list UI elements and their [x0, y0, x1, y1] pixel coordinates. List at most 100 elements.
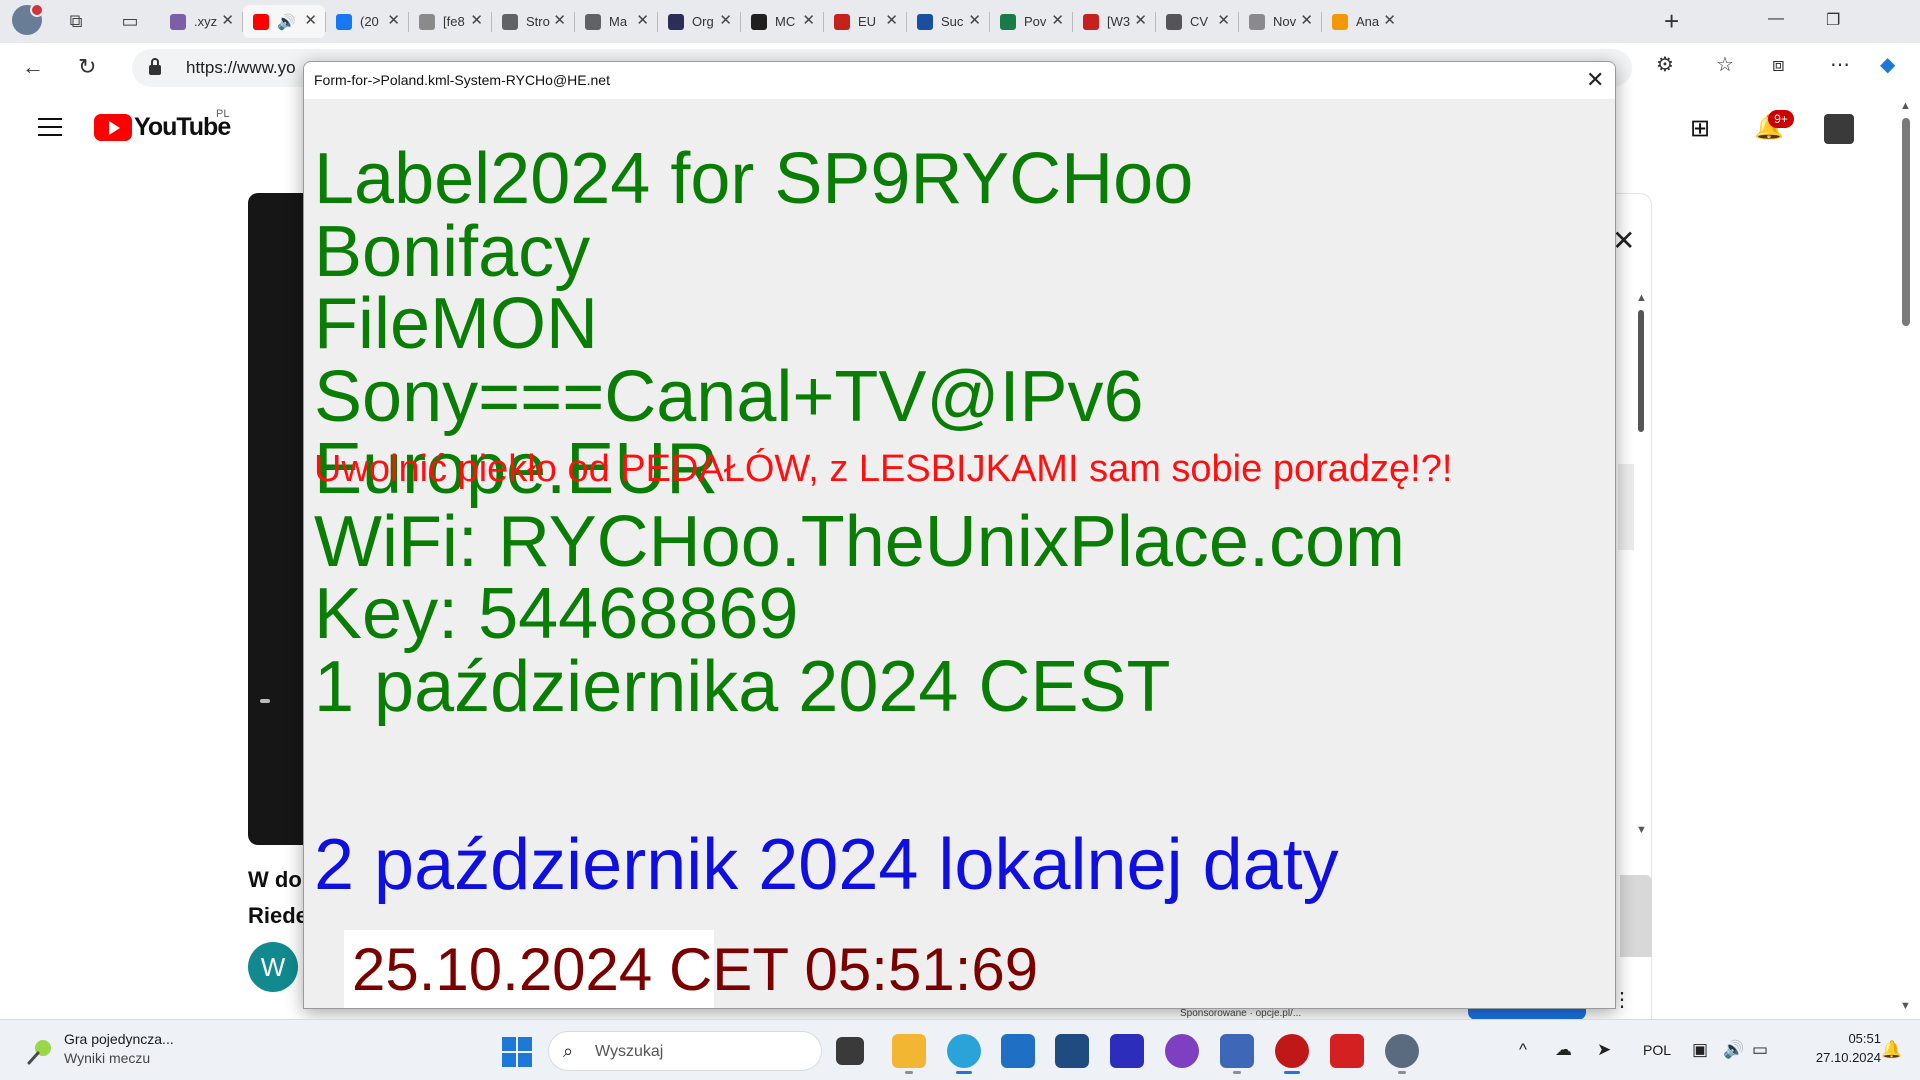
label-line: Label2024 for SP9RYCHoo: [314, 139, 1194, 219]
video-player[interactable]: [248, 193, 308, 845]
profile-avatar[interactable]: [12, 3, 44, 35]
browser-tab[interactable]: Stro ✕: [492, 5, 574, 38]
save-app-icon[interactable]: [1110, 1034, 1144, 1068]
back-button[interactable]: ←: [22, 55, 44, 79]
tab-close-icon[interactable]: ✕: [1134, 13, 1147, 29]
browser-tab[interactable]: 🔊 ✕: [243, 5, 325, 38]
start-button[interactable]: [502, 1037, 532, 1067]
more-menu-icon[interactable]: ⋯: [1830, 53, 1850, 77]
browser-tab[interactable]: Ma ✕: [575, 5, 657, 38]
network-icon[interactable]: ▣: [1692, 1040, 1708, 1060]
tab-close-icon[interactable]: ✕: [1300, 13, 1313, 29]
youtube-logo-icon[interactable]: [94, 114, 132, 141]
side-panel-item[interactable]: [1618, 464, 1634, 550]
network-app-icon[interactable]: [1220, 1034, 1254, 1068]
copilot-icon[interactable]: ◆: [1880, 53, 1895, 77]
calendar-app-icon[interactable]: [1330, 1034, 1364, 1068]
tab-close-icon[interactable]: ✕: [387, 13, 400, 29]
tab-close-icon[interactable]: ✕: [636, 13, 649, 29]
browser-tab[interactable]: EU ✕: [824, 5, 906, 38]
video-title[interactable]: W do Riede: [248, 862, 308, 934]
onedrive-icon[interactable]: ☁: [1555, 1040, 1572, 1060]
browser-tab[interactable]: CV ✕: [1156, 5, 1238, 38]
notification-center-icon[interactable]: 🔔: [1881, 1040, 1902, 1060]
task-view-icon[interactable]: [836, 1037, 864, 1065]
minimize-button[interactable]: —: [1768, 10, 1784, 28]
tab-separator: [740, 12, 741, 32]
page-scroll-up-icon[interactable]: ▲: [1900, 100, 1911, 112]
browser-tab[interactable]: Nov ✕: [1239, 5, 1321, 38]
taskbar-search[interactable]: ⌕ Wyszukaj: [548, 1031, 822, 1071]
battery-icon[interactable]: ▭: [1752, 1040, 1768, 1060]
dialog-close-icon[interactable]: ✕: [1586, 68, 1604, 92]
tab-audio-icon[interactable]: 🔊: [277, 13, 296, 31]
create-video-icon[interactable]: ⊞: [1690, 114, 1710, 143]
language-indicator[interactable]: POL: [1643, 1042, 1671, 1058]
tab-close-icon[interactable]: ✕: [221, 13, 234, 29]
browser-tab[interactable]: Pov ✕: [990, 5, 1072, 38]
panel-scroll-thumb[interactable]: [1638, 310, 1644, 432]
workspaces-icon[interactable]: ⧉: [64, 9, 88, 33]
panel-scrollbar[interactable]: ▲ ▼: [1636, 292, 1647, 837]
tor-browser-icon[interactable]: [1165, 1034, 1199, 1068]
page-scroll-thumb[interactable]: [1902, 118, 1910, 326]
tab-favicon-icon: [253, 13, 269, 30]
store-icon[interactable]: [1001, 1034, 1035, 1068]
new-tab-button[interactable]: +: [1664, 7, 1679, 35]
tab-favicon-icon: [1332, 13, 1348, 30]
tab-close-icon[interactable]: ✕: [968, 13, 981, 29]
scroll-up-icon[interactable]: ▲: [1636, 292, 1647, 304]
reload-button[interactable]: ↻: [78, 55, 96, 79]
clock-time[interactable]: 05:51: [1829, 1031, 1881, 1046]
collections-icon[interactable]: ⧈: [1772, 53, 1785, 77]
tab-close-icon[interactable]: ✕: [885, 13, 898, 29]
restore-button[interactable]: ❐: [1826, 10, 1840, 30]
browser-tab[interactable]: [fe8 ✕: [409, 5, 491, 38]
side-thumbnail[interactable]: [1620, 875, 1652, 957]
tab-label: Stro: [526, 14, 550, 29]
tab-close-icon[interactable]: ✕: [1217, 13, 1230, 29]
extensions-icon[interactable]: ⚙: [1656, 53, 1674, 77]
tab-close-icon[interactable]: ✕: [304, 13, 317, 29]
vertical-tabs-icon[interactable]: ▭: [118, 9, 142, 33]
settings-indicator: [1398, 1071, 1406, 1074]
tab-label: Ana: [1356, 14, 1380, 29]
dialog-titlebar[interactable]: Form-for->Poland.kml-System-RYCHo@HE.net…: [304, 62, 1615, 99]
browser-tab[interactable]: MC ✕: [741, 5, 823, 38]
tab-label: Suc: [941, 14, 964, 29]
show-hidden-icons-icon[interactable]: ^: [1519, 1040, 1527, 1060]
wifi-line: WiFi: RYCHoo.TheUnixPlace.com: [314, 502, 1405, 582]
page-scrollbar[interactable]: ▲ ▼: [1898, 100, 1914, 1015]
virtualbox-icon[interactable]: [1055, 1034, 1089, 1068]
tab-close-icon[interactable]: ✕: [802, 13, 815, 29]
guide-menu-icon[interactable]: [38, 118, 62, 142]
favorites-icon[interactable]: ☆: [1716, 53, 1734, 77]
browser-tab[interactable]: Ana ✕: [1322, 5, 1404, 38]
browser-tab[interactable]: .xyz ✕: [160, 5, 242, 38]
time-field[interactable]: 25.10.2024 CET 05:51:69: [344, 930, 1038, 1008]
tab-close-icon[interactable]: ✕: [470, 13, 483, 29]
location-icon[interactable]: ➤: [1597, 1040, 1611, 1060]
d-app-icon[interactable]: [1275, 1034, 1309, 1068]
account-avatar[interactable]: [1824, 114, 1854, 144]
tab-close-icon[interactable]: ✕: [553, 13, 566, 29]
browser-tab[interactable]: (20 ✕: [326, 5, 408, 38]
tab-close-icon[interactable]: ✕: [1051, 13, 1064, 29]
sports-widget-icon[interactable]: [26, 1037, 56, 1065]
settings-icon[interactable]: [1385, 1034, 1419, 1068]
channel-avatar[interactable]: W: [248, 942, 298, 992]
tab-close-icon[interactable]: ✕: [1383, 13, 1396, 29]
browser-tab[interactable]: Org ✕: [658, 5, 740, 38]
widget-subtitle[interactable]: Wyniki meczu: [64, 1050, 150, 1066]
browser-tab[interactable]: Suc ✕: [907, 5, 989, 38]
file-explorer-icon[interactable]: [892, 1034, 926, 1068]
clock-date[interactable]: 27.10.2024: [1793, 1050, 1881, 1065]
scroll-down-icon[interactable]: ▼: [1636, 824, 1647, 836]
edge-icon[interactable]: [947, 1034, 981, 1068]
widget-title[interactable]: Gra pojedyncza...: [64, 1031, 174, 1047]
browser-tab[interactable]: [W3 ✕: [1073, 5, 1155, 38]
volume-icon[interactable]: 🔊: [1723, 1040, 1744, 1060]
tab-label: Org: [692, 14, 714, 29]
tab-close-icon[interactable]: ✕: [719, 13, 732, 29]
page-scroll-down-icon[interactable]: ▼: [1900, 1000, 1911, 1012]
